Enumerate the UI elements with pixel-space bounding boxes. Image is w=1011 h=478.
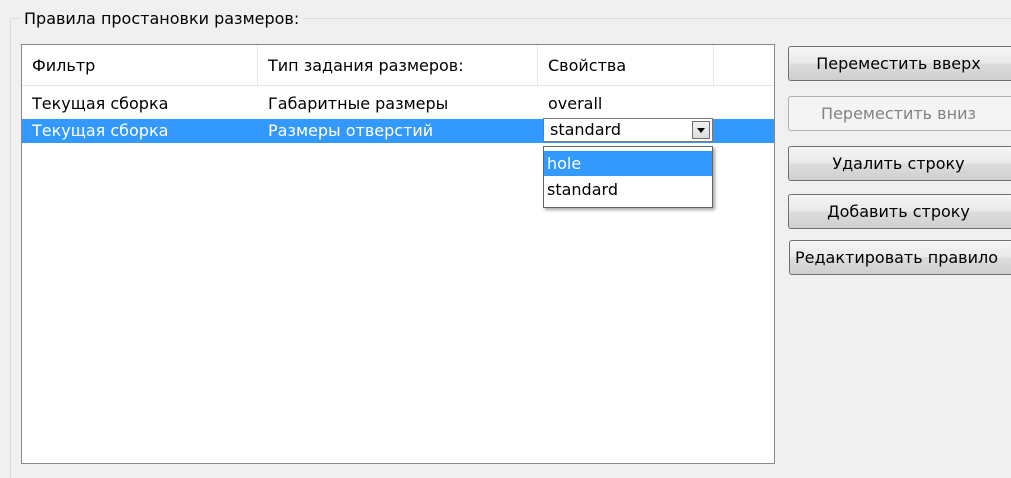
rules-table[interactable]: Фильтр Тип задания размеров: Свойства Те…: [21, 44, 775, 464]
chevron-down-icon: [697, 128, 705, 133]
properties-combobox[interactable]: standard: [543, 118, 713, 142]
row-type-cell: Габаритные размеры: [268, 94, 449, 113]
add-row-button[interactable]: Добавить строку: [788, 194, 1011, 229]
row-type-cell: Размеры отверстий: [268, 121, 434, 140]
column-header-properties[interactable]: Свойства: [538, 45, 714, 85]
row-filter-cell: Текущая сборка: [32, 94, 169, 113]
dropdown-option-hole[interactable]: hole: [544, 151, 712, 176]
row-filter-cell: Текущая сборка: [32, 121, 169, 140]
row-props-cell[interactable]: overall: [538, 92, 602, 116]
dropdown-button[interactable]: [692, 121, 710, 139]
rules-group-title: Правила простановки размеров:: [20, 8, 304, 30]
table-row[interactable]: Текущая сборка Габаритные размеры overal…: [22, 92, 774, 116]
delete-row-button[interactable]: Удалить строку: [788, 146, 1011, 181]
table-header: Фильтр Тип задания размеров: Свойства: [22, 45, 774, 86]
move-up-button[interactable]: Переместить вверх: [788, 46, 1011, 81]
column-header-size-type[interactable]: Тип задания размеров:: [258, 45, 538, 85]
move-down-button[interactable]: Переместить вниз: [788, 96, 1011, 131]
edit-rule-button[interactable]: Редактировать правило: [789, 240, 1011, 275]
column-header-filter[interactable]: Фильтр: [22, 45, 258, 85]
combobox-value: standard: [550, 120, 621, 139]
dropdown-option-standard[interactable]: standard: [544, 177, 712, 202]
properties-dropdown-list: hole standard: [543, 146, 713, 208]
